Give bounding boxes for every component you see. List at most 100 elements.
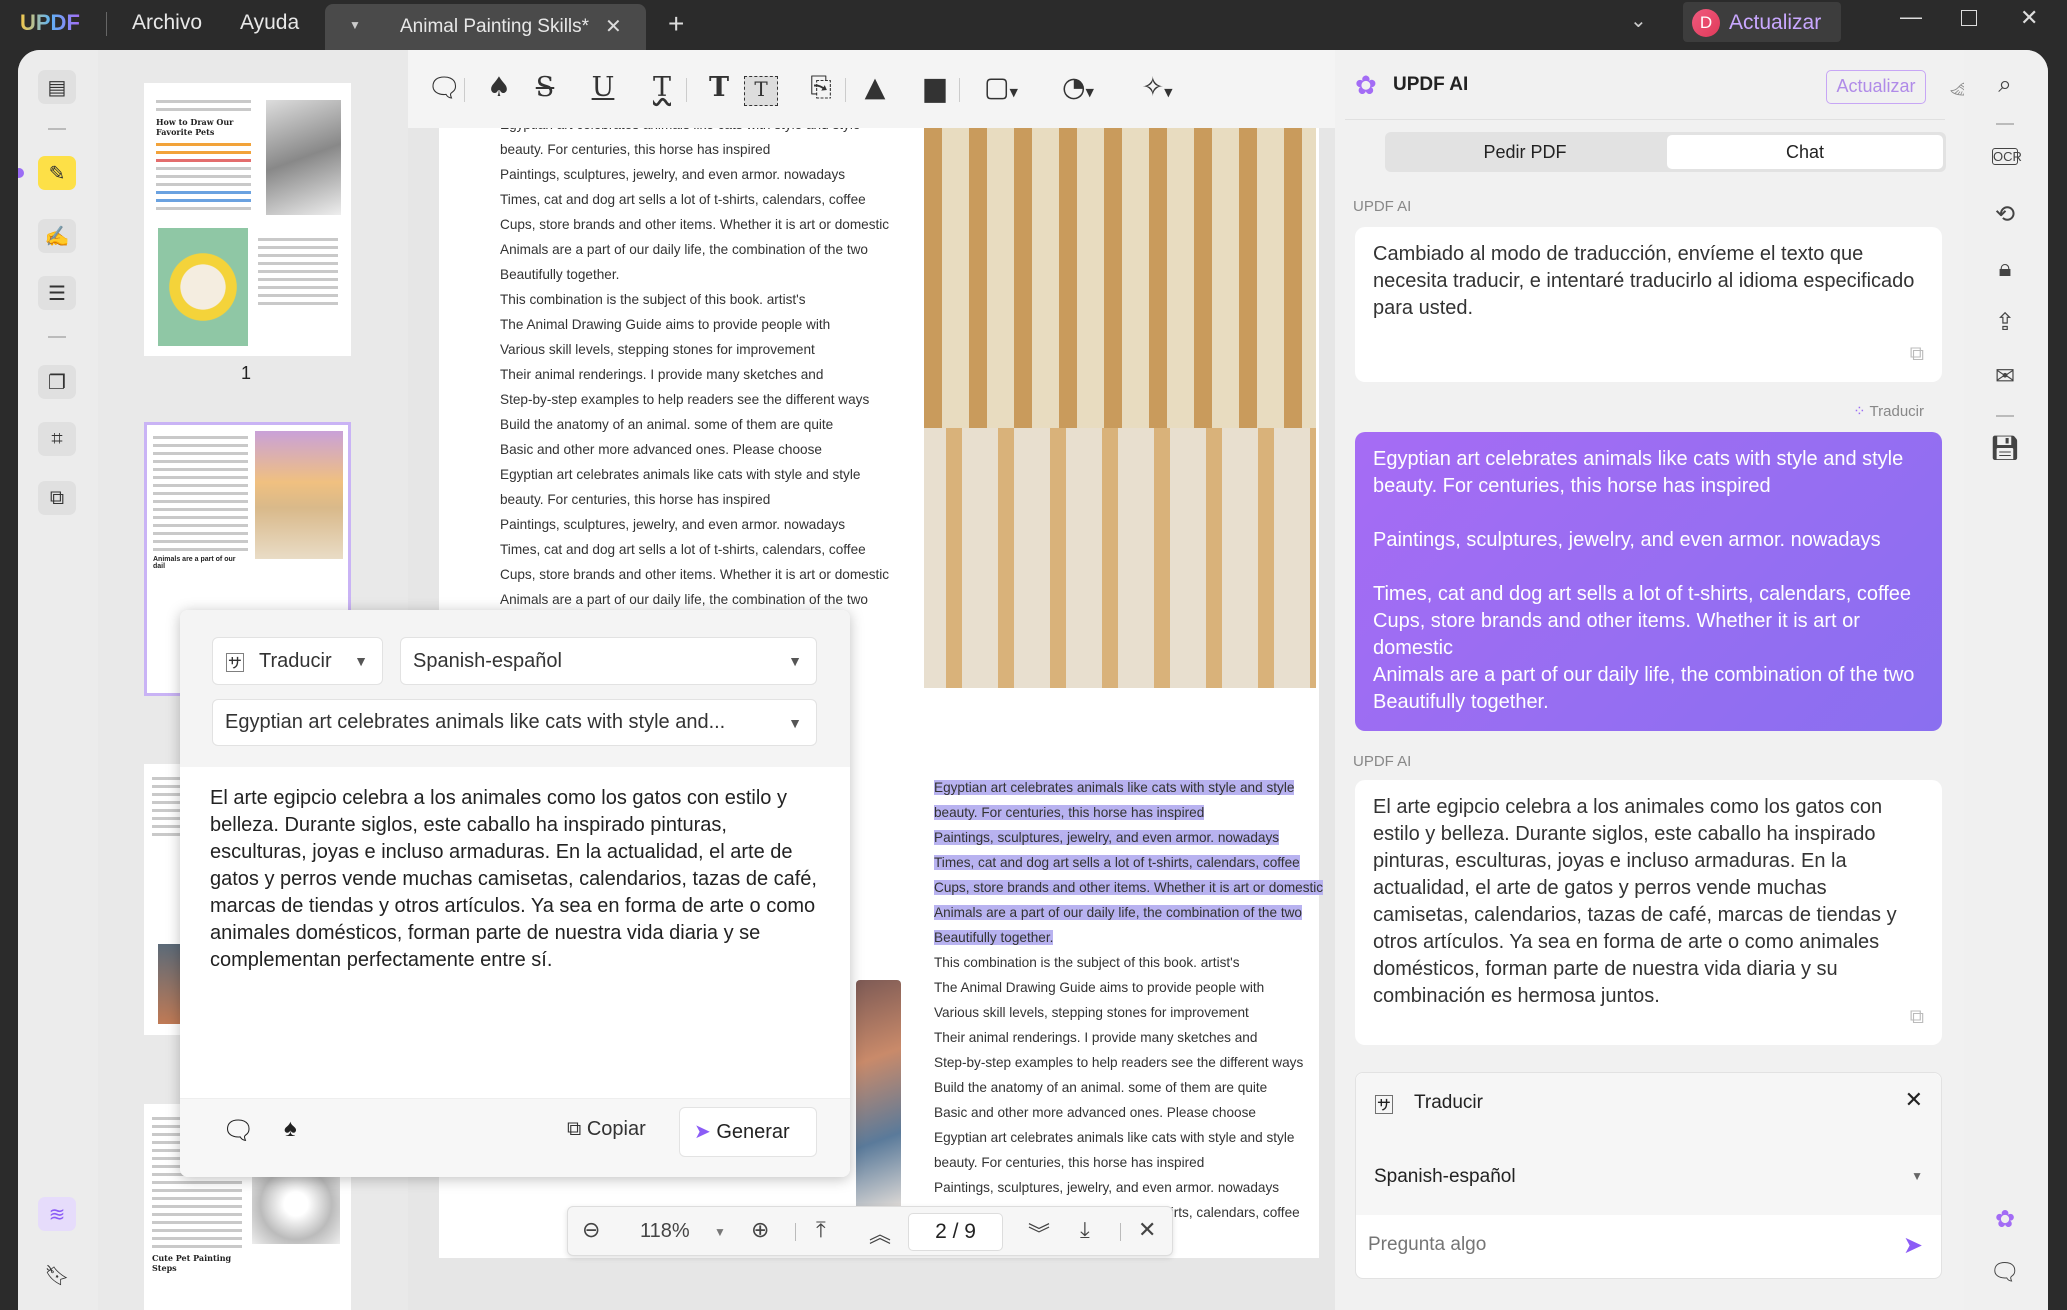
text-box-icon[interactable]: T [744,76,778,106]
chevron-down-icon[interactable]: ⌄ [1630,8,1647,33]
comments-icon[interactable]: 🗨︎ [1986,1258,2024,1287]
ai-upgrade-button[interactable]: Actualizar [1826,70,1926,104]
tab-pedir-pdf[interactable]: Pedir PDF [1385,132,1665,172]
insert-note-icon[interactable]: 🗨︎ [222,1115,255,1146]
form-icon[interactable]: ☰ [38,276,76,310]
tab-title: Animal Painting Skills* [400,16,590,37]
copy-icon[interactable]: ⧉ [1910,341,1924,368]
convert-icon[interactable]: ⟲ [1986,200,2024,229]
document-tab[interactable]: ▼ Animal Painting Skills* ✕ [325,4,646,50]
close-nav-icon[interactable]: ✕ [1138,1217,1156,1243]
text-line: Step-by-step examples to help readers se… [934,1055,1304,1070]
email-icon[interactable]: ✉ [1986,362,2024,391]
text-icon[interactable]: T [702,72,736,103]
text-line: This combination is the subject of this … [500,292,806,307]
thumbnail-caption: Cute Pet Painting Steps [152,1253,232,1273]
translate-icon: 🈂︎ [1374,1095,1394,1117]
zoom-level[interactable]: 118% [640,1220,690,1243]
close-mode-icon[interactable]: ✕ [1905,1087,1923,1113]
maximize-icon[interactable] [1961,10,1977,26]
first-page-icon[interactable]: ⤒ [816,1217,826,1243]
sticker-icon[interactable]: ◔▼ [1053,72,1103,103]
search-icon[interactable]: ⌕ [1986,71,2024,99]
language-dropdown[interactable]: Spanish-español ▼ [400,637,817,685]
user-message: Egyptian art celebrates animals like cat… [1355,432,1942,731]
last-page-icon[interactable]: ⤓ [1080,1217,1090,1243]
zoom-in-icon[interactable]: ⊕ [751,1217,769,1243]
updf-ai-icon[interactable]: ✿ [1986,1205,2024,1234]
document-text-line: This combination is the subject of this … [500,290,806,310]
text-line: Their animal renderings. I provide many … [934,1030,1258,1045]
shape-icon[interactable]: ▢▼ [976,72,1026,103]
text-line: Times, cat and dog art sells a lot of t-… [934,855,1300,870]
pencil-icon[interactable]: ▲ [858,72,892,103]
page-thumbnail-1[interactable]: How to Draw Our Favorite Pets [144,83,351,356]
tab-chat[interactable]: Chat [1667,135,1943,169]
close-tab-icon[interactable]: ✕ [605,14,622,39]
page-number-input[interactable]: 2 / 9 [908,1213,1003,1251]
source-text-dropdown[interactable]: Egyptian art celebrates animals like cat… [212,699,817,746]
note-icon[interactable]: 🗨︎ [427,72,461,104]
send-icon[interactable]: ➤ [1903,1231,1923,1260]
layers-icon[interactable]: ≋ [38,1197,76,1231]
watermark-icon[interactable]: ⧉ [38,481,76,515]
reader-icon[interactable]: ▤ [38,70,76,104]
highlighter-icon[interactable]: ♠ [482,72,516,103]
tab-menu-caret-icon[interactable]: ▼ [349,18,361,32]
minimize-icon[interactable]: — [1900,4,1922,30]
document-text-line: Basic and other more advanced ones. Plea… [934,1103,1256,1123]
organize-pages-icon[interactable]: ❐ [38,365,76,399]
document-text-line: Beautifully together. [500,265,619,285]
bookmark-icon[interactable]: 🔖︎ [38,1258,76,1292]
text-line: Animals are a part of our daily life, th… [500,242,868,257]
next-page-icon[interactable]: ︾ [1028,1217,1050,1249]
edit-pdf-icon[interactable]: ✍ [38,219,76,253]
share-icon[interactable]: ⇪ [1986,308,2024,337]
mode-dropdown[interactable]: 🈂︎ Traducir ▼ [212,637,383,685]
zoom-out-icon[interactable]: ⊖ [582,1217,600,1243]
page-navigation-bar: ⊖ 118% ▼ ⊕ ⤒ ︽ 2 / 9 ︾ ⤓ ✕ [567,1206,1173,1256]
divider [464,78,465,102]
new-tab-icon[interactable]: + [668,8,684,40]
ask-input[interactable] [1368,1225,1868,1265]
text-line: Egyptian art celebrates animals like cat… [934,780,1295,795]
document-text-line: beauty. For centuries, this horse has in… [500,140,770,160]
divider [48,128,66,130]
text-line: Animals are a part of our daily life, th… [500,592,868,607]
upgrade-button[interactable]: D Actualizar [1683,2,1841,42]
updf-ai-logo-icon: ✿ [1355,70,1377,100]
text-line: beauty. For centuries, this horse has in… [934,1155,1205,1170]
menu-archivo[interactable]: Archivo [132,11,202,35]
previous-page-icon[interactable]: ︽ [869,1217,891,1249]
text-callout-icon[interactable]: ⎘ [804,72,838,104]
menu-ayuda[interactable]: Ayuda [240,11,299,35]
copy-icon[interactable]: ⧉ [1910,1004,1924,1031]
document-text-line: Animals are a part of our daily life, th… [934,903,1302,923]
close-window-icon[interactable]: ✕ [2020,5,2038,31]
signature-icon[interactable]: ✧▼ [1132,72,1182,103]
strikethrough-icon[interactable]: S [528,72,562,103]
protect-icon[interactable]: 🔒︎ [1986,255,2024,283]
document-text-line: beauty. For centuries, this horse has in… [500,490,770,510]
copy-button[interactable]: ⧉ Copiar [567,1118,646,1141]
document-text-line: Egyptian art celebrates animals like cat… [934,778,1295,798]
underline-icon[interactable]: U [586,72,620,103]
comment-highlighter-icon[interactable]: ✎ [38,156,76,190]
text-line: Paintings, sculptures, jewelry, and even… [934,830,1280,845]
ocr-icon[interactable]: OCR [1992,148,2022,165]
language-label: Spanish-español [413,649,562,672]
highlight-icon[interactable]: ♠ [284,1115,297,1143]
text-line: Their animal renderings. I provide many … [500,367,824,382]
document-text-line: Various skill levels, stepping stones fo… [500,340,815,360]
input-language-dropdown[interactable]: Spanish-español ▼ [1356,1145,1941,1195]
zoom-dropdown-caret-icon[interactable]: ▼ [714,1225,726,1239]
crop-icon[interactable]: ⌗ [38,422,76,456]
squiggly-icon[interactable]: T [645,72,679,103]
generate-button[interactable]: ➤ Generar [679,1107,817,1157]
thumbnail-caption: Animals are a part of our dail [153,556,236,570]
eraser-icon[interactable]: ▆ [918,72,952,103]
save-icon[interactable]: 💾︎ [1986,434,2024,463]
text-line: Paintings, sculptures, jewelry, and even… [500,167,846,182]
divider [48,336,66,338]
palette-photo [856,980,901,1217]
